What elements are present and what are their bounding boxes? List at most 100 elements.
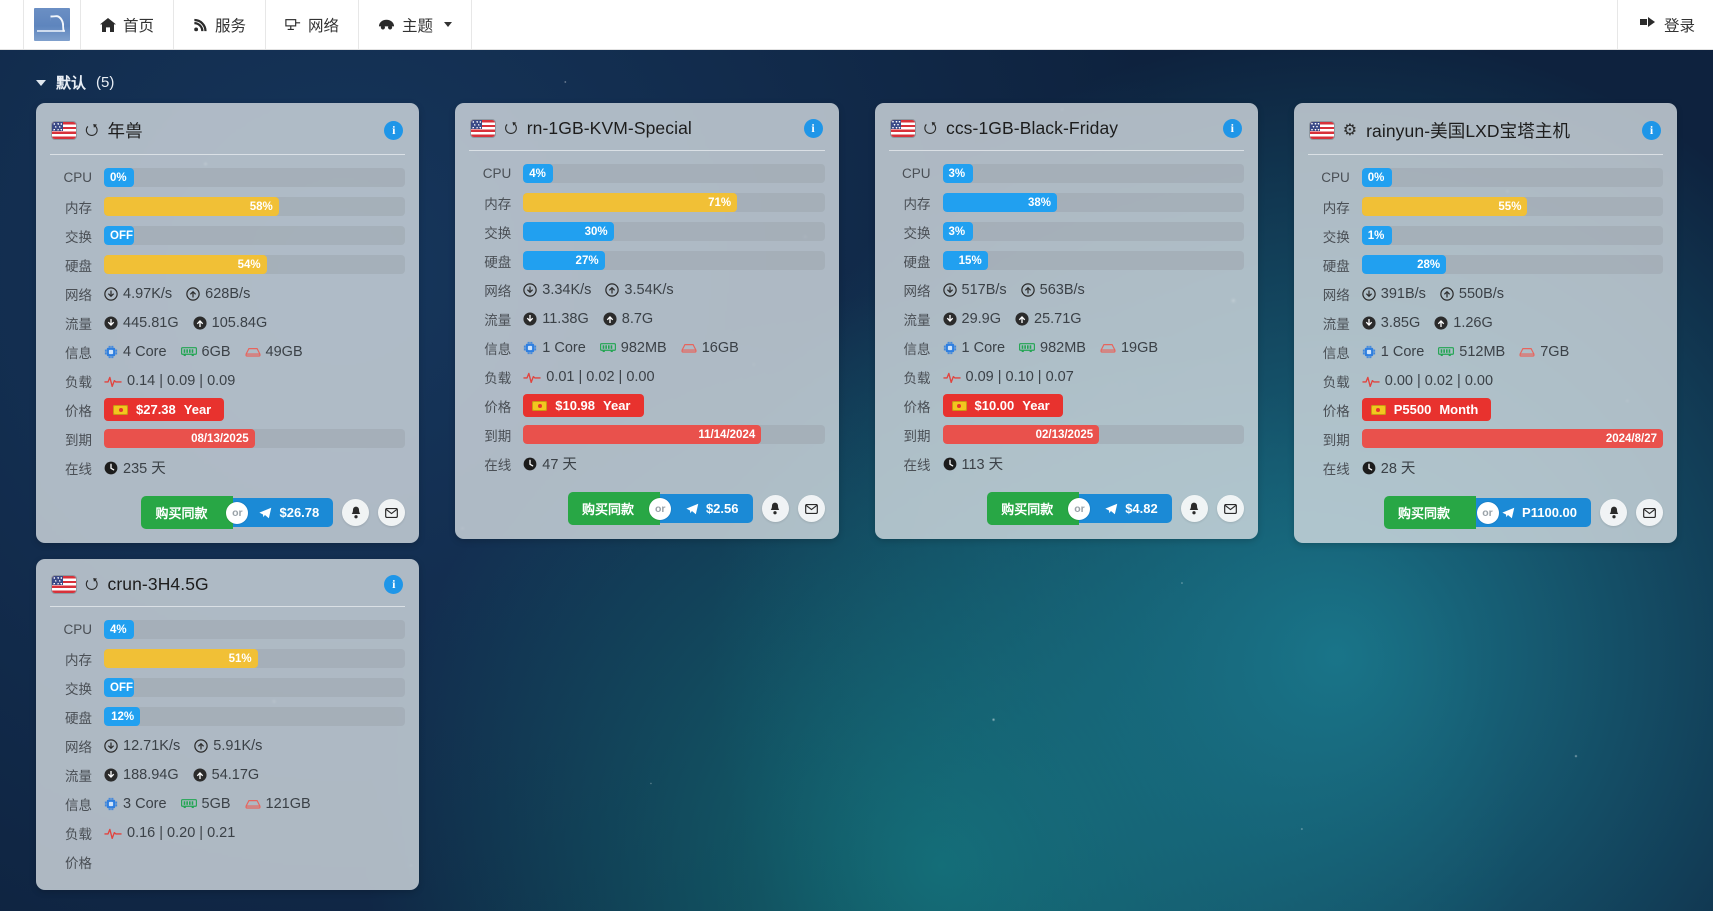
info-storage-value: 19GB [1120, 339, 1159, 356]
info-icon[interactable]: i [384, 575, 404, 594]
row-label-info: 信息 [65, 345, 92, 361]
row-body-network: 12.71K/s 5.91K/s [104, 738, 405, 754]
card-action-buttons: 购买同款 or $4.82 [889, 478, 1244, 525]
cpu-bar: 0% [104, 168, 406, 187]
memory-bar-fill: 58% [104, 197, 279, 216]
notification-bell-button[interactable] [1600, 499, 1627, 526]
buy-same-button[interactable]: 购买同款 [987, 492, 1080, 525]
traffic-download-icon [104, 767, 118, 782]
mail-button[interactable] [797, 495, 825, 522]
cpu-bar: 0% [1361, 168, 1663, 187]
info-icon[interactable]: i [384, 121, 404, 140]
nav-item-theme[interactable]: 主题 [359, 0, 473, 49]
group-label: 默认 [56, 75, 87, 92]
row-label-cpu: CPU [901, 166, 931, 181]
buy-same-button[interactable]: 购买同款 [141, 496, 234, 529]
server-card-wrapper: ⭯ 年兽 i CPU 0% 内存 58% 交换 OFF 硬盘 54% 网络 4.… [18, 103, 437, 559]
or-separator: or [1068, 497, 1091, 520]
row-body-traffic: 188.94G 54.17G [104, 767, 405, 783]
telegram-icon [686, 503, 699, 515]
ram-icon [1019, 341, 1035, 354]
memory-bar: 38% [942, 193, 1244, 212]
notification-bell-button[interactable] [761, 495, 789, 522]
us-flag-icon [471, 120, 496, 137]
expire-bar: 11/14/2024 [523, 425, 825, 444]
group-collapse-caret-icon[interactable] [36, 79, 46, 86]
main-content: 默认 (5) ⭯ 年兽 i CPU 0% 内存 58% 交换 OFF 硬盘 54… [0, 50, 1713, 906]
info-storage-value: 16GB [701, 339, 739, 356]
row-label-network: 网络 [65, 739, 92, 755]
expire-bar: 02/13/2025 [942, 425, 1244, 444]
row-label-memory: 内存 [65, 652, 92, 668]
info-ram-value: 982MB [1040, 339, 1086, 356]
disk-bar-fill: 28% [1361, 255, 1447, 274]
row-body-online: 47 天 [523, 453, 824, 474]
price-badge: $10.98 Year [523, 394, 644, 417]
row-info: 信息 1 Core 982MB [889, 333, 1244, 362]
info-icon[interactable]: i [803, 119, 823, 138]
group-header[interactable]: 默认 (5) [18, 64, 1695, 103]
row-body-disk: 27% [523, 251, 825, 270]
load-value: 0.09 | 0.10 | 0.07 [965, 368, 1074, 385]
row-label-load: 负载 [1322, 374, 1350, 390]
buy-same-button[interactable]: 购买同款 [567, 492, 660, 525]
price-value: $10.00 [974, 398, 1015, 413]
pay-button[interactable]: $2.56 [659, 494, 753, 523]
row-label-traffic: 流量 [1322, 316, 1350, 332]
notification-bell-button[interactable] [342, 499, 370, 526]
buy-same-button[interactable]: 购买同款 [1384, 496, 1477, 529]
traffic-download-value: 3.85G [1380, 314, 1421, 331]
download-speed-icon [104, 286, 118, 301]
top-navbar: 首页 服务 网络 主题 登录 [0, 0, 1713, 50]
nav-item-home[interactable]: 首页 [81, 0, 175, 49]
expire-bar-fill: 02/13/2025 [942, 425, 1100, 444]
traffic-download-value: 445.81G [123, 314, 179, 331]
brand-logo[interactable] [24, 0, 81, 49]
online-value: 47 天 [542, 457, 577, 473]
swap-bar-fill: 30% [523, 222, 614, 241]
row-label-memory: 内存 [903, 196, 931, 212]
traffic-download-icon [523, 311, 537, 326]
cpu-chip-icon [104, 797, 118, 811]
info-icon[interactable]: i [1642, 121, 1661, 140]
mail-button[interactable] [1636, 499, 1663, 526]
telegram-icon [1502, 507, 1515, 519]
swap-bar: 30% [523, 222, 825, 241]
row-network: 网络 4.97K/s 628B/s [50, 279, 405, 308]
row-body-info: 1 Core 982MB 19GB [943, 340, 1244, 356]
ram-icon [1438, 345, 1455, 358]
row-body-info: 1 Core 512MB 7GB [1362, 344, 1663, 360]
pay-button[interactable]: $4.82 [1079, 494, 1172, 523]
row-label-price: 价格 [65, 403, 92, 419]
expire-bar-fill: 08/13/2025 [104, 429, 255, 448]
nav-item-theme-label: 主题 [402, 17, 434, 35]
buy-combo-button: 购买同款 or $26.78 [141, 496, 334, 529]
info-ram-value: 5GB [201, 795, 231, 812]
row-body-traffic: 29.9G 25.71G [942, 311, 1244, 327]
nav-item-services[interactable]: 服务 [174, 0, 267, 49]
disk-bar-fill: 27% [523, 251, 605, 270]
card-title: rn-1GB-KVM-Special [526, 118, 692, 138]
pay-button[interactable]: $26.78 [233, 498, 334, 527]
row-info: 信息 3 Core 5GB 121GB [50, 789, 405, 818]
expire-bar-fill: 2024/8/27 [1361, 429, 1663, 448]
group-count: (5) [96, 74, 115, 91]
memory-bar: 55% [1361, 197, 1663, 216]
info-cores-value: 4 Core [123, 343, 167, 360]
row-load: 负载 0.00 | 0.02 | 0.00 [1308, 366, 1663, 395]
expire-bar: 08/13/2025 [104, 429, 406, 448]
row-label-cpu: CPU [1321, 170, 1350, 185]
row-label-network: 网络 [1322, 287, 1350, 303]
nav-item-network[interactable]: 网络 [266, 0, 360, 49]
server-card: ⭯ crun-3H4.5G i CPU 4% 内存 51% 交换 OFF 硬盘 … [36, 559, 420, 890]
info-icon[interactable]: i [1222, 119, 1242, 138]
mail-button[interactable] [378, 499, 406, 526]
login-button[interactable]: 登录 [1616, 0, 1713, 49]
clock-icon [104, 461, 118, 475]
notification-bell-button[interactable] [1180, 495, 1208, 522]
mail-button[interactable] [1216, 495, 1244, 522]
info-cores-value: 1 Core [1380, 343, 1425, 360]
row-label-swap: 交换 [65, 229, 92, 245]
server-card: ⚙ rainyun-美国LXD宝塔主机 i CPU 0% 内存 55% 交换 1… [1293, 103, 1677, 543]
row-body-info: 3 Core 5GB 121GB [104, 796, 405, 812]
